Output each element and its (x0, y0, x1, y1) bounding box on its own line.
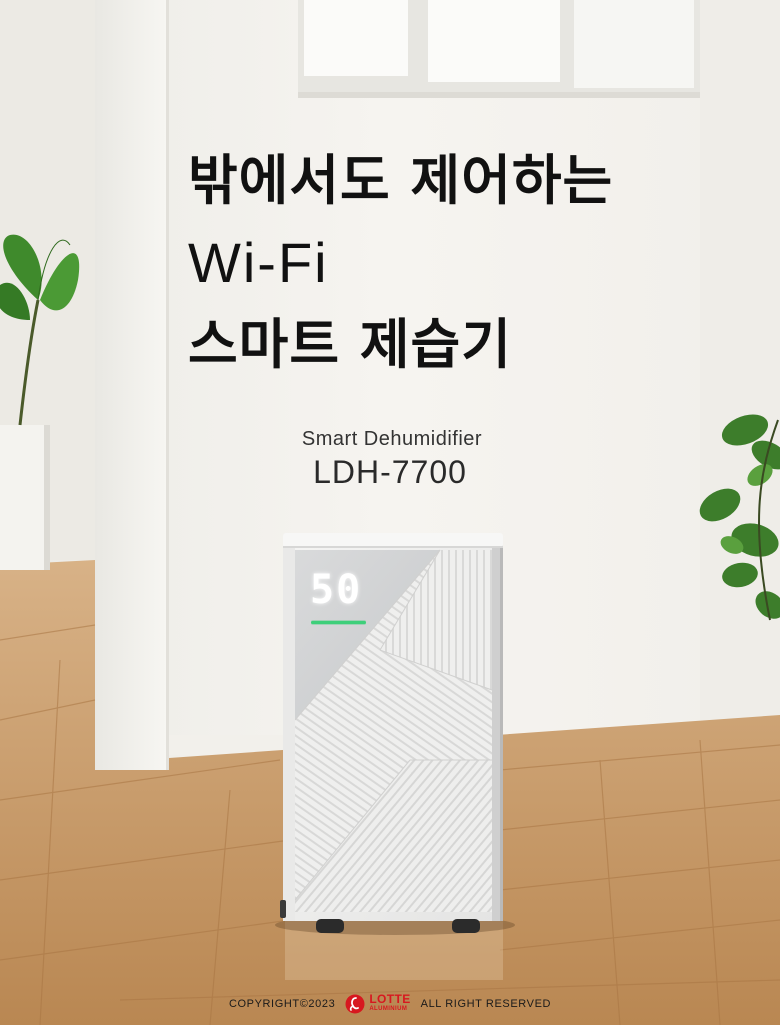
headline-line-1: 밖에서도 제어하는 (188, 149, 614, 212)
footer: COPYRIGHT©2023 LOTTE ALUMINIUM ALL RIGHT… (0, 993, 780, 1015)
humidity-display: 50 (310, 567, 363, 613)
headline: 밖에서도 제어하는 Wi-Fi 스마트 제습기 (188, 140, 613, 386)
headline-line-3: 스마트 제습기 (188, 313, 512, 376)
brand-subname: ALUMINIUM (369, 1006, 408, 1012)
rights-text: ALL RIGHT RESERVED (420, 998, 552, 1010)
product-banner: 밖에서도 제어하는 Wi-Fi 스마트 제습기 Smart Dehumidifi… (0, 0, 780, 1025)
headline-line-2: Wi-Fi (188, 231, 329, 294)
copyright-text: COPYRIGHT©2023 (228, 998, 336, 1010)
product-model: LDH-7700 (313, 454, 467, 490)
brand-logo: LOTTE ALUMINIUM (345, 992, 411, 1014)
brand-name: LOTTE (369, 992, 411, 1006)
product-category: Smart Dehumidifier (301, 428, 483, 450)
lotte-logo-icon (345, 994, 365, 1014)
